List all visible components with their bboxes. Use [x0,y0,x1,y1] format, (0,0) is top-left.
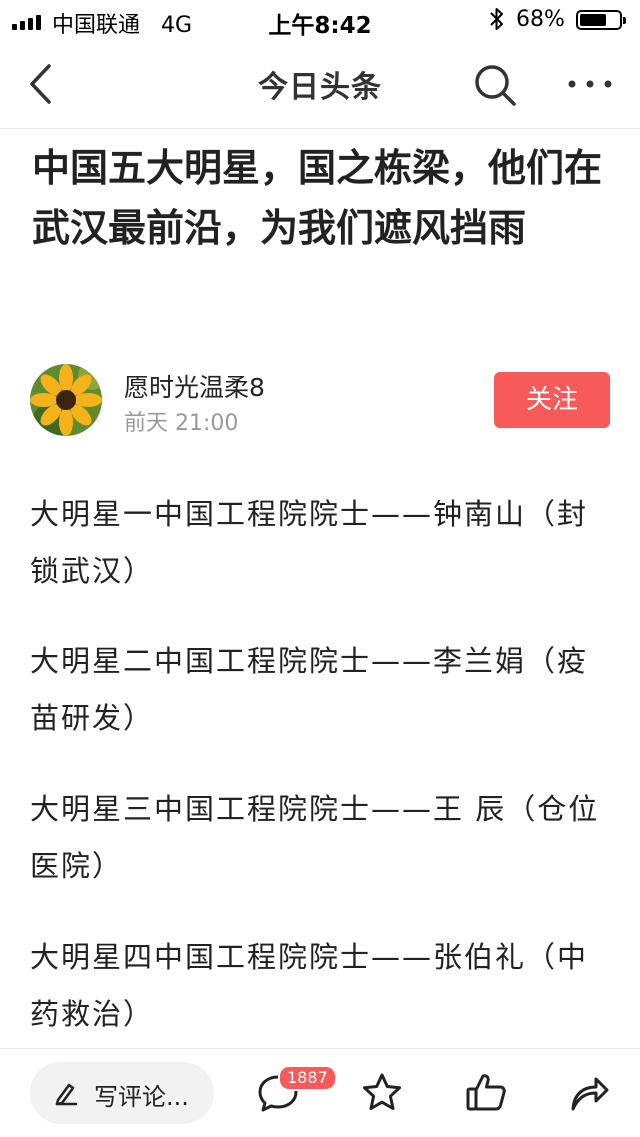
star-icon[interactable] [360,1071,404,1115]
more-dots-icon[interactable] [566,74,614,94]
author-name[interactable]: 愿时光温柔8 [124,368,265,404]
battery-percent: 68% [516,7,565,32]
post-time: 前天 21:00 [124,411,239,436]
search-icon[interactable] [472,62,518,108]
follow-button[interactable]: 关注 [494,372,610,428]
paragraph: 大明星一中国工程院院士——钟南山（封锁武汉） [30,497,589,588]
comment-count-badge: 1887 [278,1065,337,1091]
share-icon[interactable] [566,1071,610,1115]
nav-bar: 今日头条 [0,40,640,129]
battery-fill [580,14,606,26]
comment-placeholder: 写评论... [94,1083,189,1111]
comment-input[interactable]: 写评论... [30,1062,214,1124]
avatar[interactable] [30,364,102,436]
paragraph: 大明星三中国工程院院士——王 辰（仓位医院） [30,792,600,883]
app-title: 今日头条 [258,70,382,105]
status-bar: 中国联通 4G 上午8:42 68% [0,0,640,40]
battery-icon [576,10,626,30]
author-row: 愿时光温柔8 前天 21:00 关注 [30,364,610,440]
bluetooth-icon [490,8,503,30]
pen-icon [55,1083,78,1106]
paragraph: 大明星二中国工程院院士——李兰娟（疫苗研发） [30,644,589,735]
paragraph: 大明星四中国工程院院士——张伯礼（中药救治） [30,940,589,1031]
article-title: 中国五大明星，国之栋梁，他们在武汉最前沿，为我们遮风挡雨 [32,146,603,250]
bottom-action-bar: 写评论... 1887 [0,1048,640,1137]
thumbs-up-icon[interactable] [464,1071,508,1115]
